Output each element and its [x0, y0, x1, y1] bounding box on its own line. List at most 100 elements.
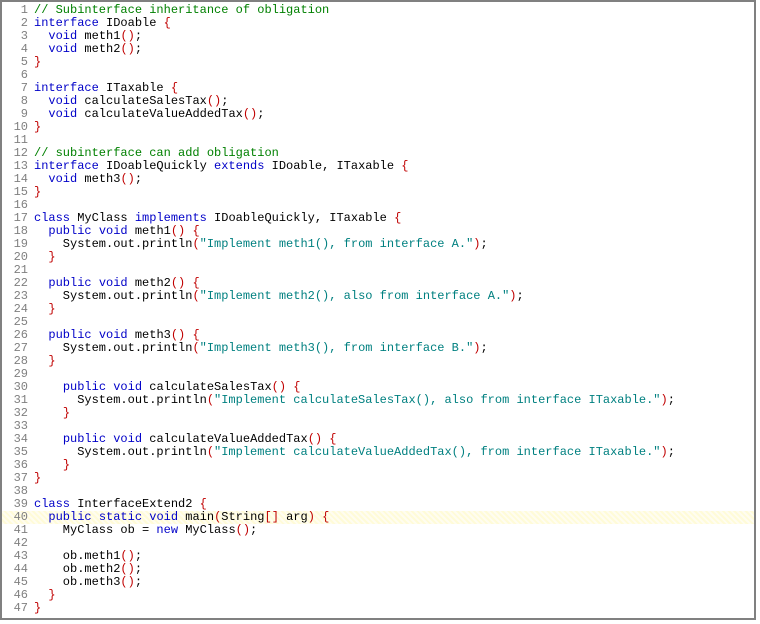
token-txt: ; [250, 523, 257, 537]
line-source: System.out.println("Implement meth3(), f… [34, 342, 754, 355]
token-txt: MyClass [70, 211, 135, 225]
token-txt: meth2 [77, 42, 120, 56]
code-block: 1// Subinterface inheritance of obligati… [2, 2, 754, 615]
token-txt: ; [135, 29, 142, 43]
token-txt: ; [668, 393, 675, 407]
token-br: { [164, 16, 171, 30]
token-br: () [171, 224, 185, 238]
code-line: 32 } [2, 407, 754, 420]
token-txt: ; [517, 289, 524, 303]
token-kw: public [48, 224, 91, 238]
token-br: [] [265, 510, 279, 524]
token-kw: void [99, 328, 128, 342]
token-kw: void [48, 107, 77, 121]
token-kw: class [34, 211, 70, 225]
line-source: } [34, 589, 754, 602]
token-br: () [120, 172, 134, 186]
line-source: } [34, 472, 754, 485]
token-br: } [63, 406, 70, 420]
code-line: 19 System.out.println("Implement meth1()… [2, 238, 754, 251]
token-txt: ; [668, 445, 675, 459]
token-txt: calculateSalesTax [142, 380, 272, 394]
token-br: () [243, 107, 257, 121]
token-txt: calculateValueAddedTax [77, 107, 243, 121]
token-txt [34, 380, 63, 394]
token-br: { [293, 380, 300, 394]
token-br: () [120, 42, 134, 56]
token-txt: meth1 [128, 224, 171, 238]
token-txt: meth2 [128, 276, 171, 290]
token-str: "Implement calculateSalesTax(), also fro… [214, 393, 660, 407]
code-line: 28 } [2, 355, 754, 368]
token-kw: implements [135, 211, 207, 225]
token-txt: System.out.println [34, 341, 192, 355]
line-number: 8 [2, 95, 34, 108]
line-number: 6 [2, 69, 34, 82]
line-source: void meth3(); [34, 173, 754, 186]
token-txt: ; [481, 341, 488, 355]
line-number: 3 [2, 30, 34, 43]
line-number: 7 [2, 82, 34, 95]
token-txt [92, 224, 99, 238]
line-number: 47 [2, 602, 34, 615]
code-line: 27 System.out.println("Implement meth3()… [2, 342, 754, 355]
code-line: 45 ob.meth3(); [2, 576, 754, 589]
token-br: } [34, 185, 41, 199]
token-br: } [48, 302, 55, 316]
token-kw: interface [34, 16, 99, 30]
token-txt: ; [481, 237, 488, 251]
line-source: } [34, 459, 754, 472]
token-txt [34, 276, 48, 290]
token-br: () [308, 432, 322, 446]
code-editor-frame: 1// Subinterface inheritance of obligati… [0, 0, 756, 620]
token-br: () [120, 562, 134, 576]
token-br: () [171, 328, 185, 342]
token-txt: arg [279, 510, 308, 524]
token-br: () [120, 549, 134, 563]
token-br: () [120, 575, 134, 589]
code-line: 20 } [2, 251, 754, 264]
token-txt: System.out.println [34, 289, 192, 303]
code-line: 10} [2, 121, 754, 134]
token-kw: public [48, 328, 91, 342]
token-txt [34, 250, 48, 264]
token-br: ) [473, 237, 480, 251]
token-txt: IDoable, ITaxable [264, 159, 401, 173]
line-source: } [34, 303, 754, 316]
token-txt: ; [221, 94, 228, 108]
token-br: } [63, 458, 70, 472]
token-kw: void [99, 276, 128, 290]
token-txt: ; [257, 107, 264, 121]
code-line: 15} [2, 186, 754, 199]
line-source: System.out.println("Implement meth1(), f… [34, 238, 754, 251]
token-kw: void [48, 29, 77, 43]
token-txt [34, 94, 48, 108]
token-kw: public [48, 276, 91, 290]
token-kw: void [48, 42, 77, 56]
token-kw: class [34, 497, 70, 511]
line-source: System.out.println("Implement meth2(), a… [34, 290, 754, 303]
token-br: } [34, 601, 41, 615]
token-br: ) [661, 393, 668, 407]
line-source: void meth2(); [34, 43, 754, 56]
token-txt: MyClass [178, 523, 236, 537]
token-txt: ; [135, 549, 142, 563]
token-kw: void [48, 172, 77, 186]
token-txt: meth3 [128, 328, 171, 342]
token-txt [92, 510, 99, 524]
token-txt: ob.meth1 [34, 549, 120, 563]
token-kw: void [48, 94, 77, 108]
code-line: 9 void calculateValueAddedTax(); [2, 108, 754, 121]
code-line: 14 void meth3(); [2, 173, 754, 186]
line-source: } [34, 251, 754, 264]
token-br: () [272, 380, 286, 394]
token-br: () [207, 94, 221, 108]
code-line: 24 } [2, 303, 754, 316]
token-kw: public [63, 380, 106, 394]
token-br: } [34, 471, 41, 485]
token-br: () [236, 523, 250, 537]
token-kw: extends [214, 159, 264, 173]
token-txt: calculateSalesTax [77, 94, 207, 108]
token-txt [34, 406, 63, 420]
line-number: 2 [2, 17, 34, 30]
